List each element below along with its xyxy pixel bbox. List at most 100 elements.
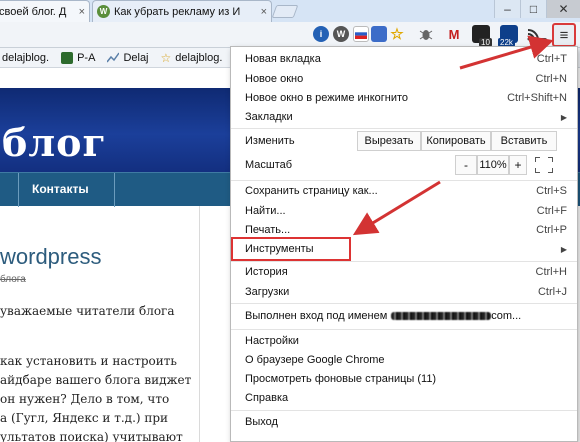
fullscreen-icon[interactable] <box>533 155 555 175</box>
post-paragraph-line: он нужен? Дело в том, что <box>0 392 170 406</box>
redacted-email <box>391 312 492 320</box>
menu-item-new-tab[interactable]: Новая вкладка Ctrl+T <box>245 50 567 68</box>
menu-item-find[interactable]: Найти... Ctrl+F <box>245 202 567 220</box>
menu-item-new-window[interactable]: Новое окно Ctrl+N <box>245 70 567 88</box>
tab-blog[interactable]: своей блог. Д × <box>0 0 90 22</box>
chart-favicon-icon <box>107 52 120 62</box>
close-tab-icon[interactable]: × <box>261 6 267 18</box>
wordpress-icon[interactable]: W <box>333 26 349 42</box>
menu-item-shortcut: Ctrl+S <box>536 185 567 197</box>
menu-item-label: Сохранить страницу как... <box>245 185 378 197</box>
submenu-arrow-icon: ▶ <box>560 244 567 254</box>
tab-label: своей блог. Д <box>0 5 67 18</box>
menu-item-label: История <box>245 266 288 278</box>
tab-label: Как убрать рекламу из И <box>114 5 241 18</box>
menu-separator <box>231 329 577 330</box>
menu-item-shortcut: Ctrl+T <box>536 53 567 65</box>
menu-item-shortcut: Ctrl+N <box>535 73 567 85</box>
post-paragraph-line: как установить и настроить <box>0 354 177 368</box>
menu-separator <box>231 410 577 411</box>
bookmark-favicon-icon <box>61 51 74 64</box>
info-icon[interactable]: i <box>313 26 329 42</box>
bookmark-label: Delaj <box>123 51 149 64</box>
nav-item-contacts[interactable]: Контакты <box>32 182 89 196</box>
paste-button[interactable]: Вставить <box>491 131 557 151</box>
zoom-in-button[interactable]: + <box>509 155 527 175</box>
menu-item-shortcut: Ctrl+J <box>537 286 567 298</box>
bookmark-label: delajblog. <box>2 51 50 64</box>
nav-divider <box>18 173 19 207</box>
maximize-button[interactable]: □ <box>520 0 546 18</box>
gmail-icon[interactable]: M <box>446 26 462 42</box>
menu-item-label: Настройки <box>245 335 299 347</box>
menu-item-history[interactable]: История Ctrl+H <box>245 263 567 281</box>
bookmark-item[interactable]: ☆ delajblog. <box>161 51 223 65</box>
chrome-menu: Новая вкладка Ctrl+T Новое окно Ctrl+N Н… <box>230 46 578 442</box>
menu-item-shortcut: Ctrl+F <box>536 205 567 217</box>
chrome-menu-button[interactable]: ≡ <box>552 23 576 47</box>
menu-item-label: Найти... <box>245 205 286 217</box>
bookmark-item[interactable]: Р-А <box>61 51 96 64</box>
post-paragraph: уважаемые читатели блога <box>0 304 175 318</box>
bug-icon[interactable] <box>418 26 434 42</box>
menu-item-exit[interactable]: Выход <box>245 413 567 431</box>
flag-icon[interactable] <box>353 26 369 42</box>
menu-separator <box>231 180 577 181</box>
menu-item-shortcut: Ctrl+P <box>536 224 567 236</box>
menu-separator <box>231 261 577 262</box>
tools-highlight-box <box>231 237 351 261</box>
star-icon[interactable]: ☆ <box>389 26 405 43</box>
menu-item-background-pages[interactable]: Просмотреть фоновые страницы (11) <box>245 370 567 388</box>
site-title[interactable]: блог <box>2 120 107 165</box>
menu-item-downloads[interactable]: Загрузки Ctrl+J <box>245 283 567 301</box>
menu-item-signed-in[interactable]: Выполнен вход под именем com... <box>245 307 567 325</box>
menu-item-shortcut: Ctrl+H <box>535 266 567 278</box>
copy-button[interactable]: Копировать <box>421 131 491 151</box>
menu-item-incognito[interactable]: Новое окно в режиме инкогнито Ctrl+Shift… <box>245 89 567 107</box>
menu-item-bookmarks[interactable]: Закладки ▶ <box>245 108 567 126</box>
menu-separator <box>231 128 577 129</box>
menu-item-zoom-label: Масштаб <box>245 156 292 174</box>
minimize-button[interactable]: – <box>494 0 520 18</box>
post-paragraph-line: ультатов поиска) учитывают <box>0 430 183 442</box>
menu-item-settings[interactable]: Настройки <box>245 332 567 350</box>
bookmark-star-icon: ☆ <box>160 50 172 65</box>
close-window-button[interactable]: ✕ <box>546 0 580 18</box>
menu-item-label: Масштаб <box>245 159 293 171</box>
extension-icon[interactable] <box>371 26 387 42</box>
post-title[interactable]: wordpress <box>0 244 101 270</box>
bookmark-item[interactable]: delajblog. <box>2 52 49 64</box>
post-paragraph-line: айдбаре вашего блога виджет <box>0 373 192 387</box>
bookmark-item[interactable]: Delaj <box>107 51 149 64</box>
menu-item-edit-label: Изменить <box>245 132 295 150</box>
tab-strip: своей блог. Д × W Как убрать рекламу из … <box>0 0 580 22</box>
menu-item-label: Загрузки <box>245 286 290 298</box>
menu-item-label: Выход <box>245 416 278 428</box>
menu-item-label: Новое окно <box>245 73 304 85</box>
menu-item-about[interactable]: О браузере Google Chrome <box>245 351 567 369</box>
menu-item-label: Печать... <box>245 224 291 236</box>
window-controls: – □ ✕ <box>494 0 580 18</box>
tab-remove-ads[interactable]: W Как убрать рекламу из И × <box>92 0 272 22</box>
menu-item-label: Справка <box>245 392 289 404</box>
menu-item-shortcut: Ctrl+Shift+N <box>507 92 567 104</box>
menu-item-label-tail: com... <box>491 310 522 322</box>
cut-button[interactable]: Вырезать <box>357 131 421 151</box>
menu-item-label: Выполнен вход под именем <box>245 310 388 322</box>
new-tab-button[interactable] <box>271 5 299 18</box>
menu-item-label: Закладки <box>245 111 293 123</box>
nav-divider <box>114 173 115 207</box>
post-paragraph-line: а (Гугл, Яндекс и т.д.) при <box>0 411 169 425</box>
zoom-out-button[interactable]: - <box>455 155 477 175</box>
post-content: wordpress блога уважаемые читатели блога… <box>0 206 200 442</box>
post-meta: блога <box>0 274 26 285</box>
close-tab-icon[interactable]: × <box>79 6 85 18</box>
menu-item-label: Просмотреть фоновые страницы (11) <box>245 373 437 385</box>
bookmark-label: Р-А <box>77 51 96 64</box>
zoom-level: 110% <box>477 155 509 175</box>
menu-item-save-page[interactable]: Сохранить страницу как... Ctrl+S <box>245 182 567 200</box>
bookmark-label: delajblog. <box>175 51 223 64</box>
submenu-arrow-icon: ▶ <box>560 112 567 122</box>
menu-item-help[interactable]: Справка <box>245 389 567 407</box>
menu-item-label: Новая вкладка <box>245 53 321 65</box>
